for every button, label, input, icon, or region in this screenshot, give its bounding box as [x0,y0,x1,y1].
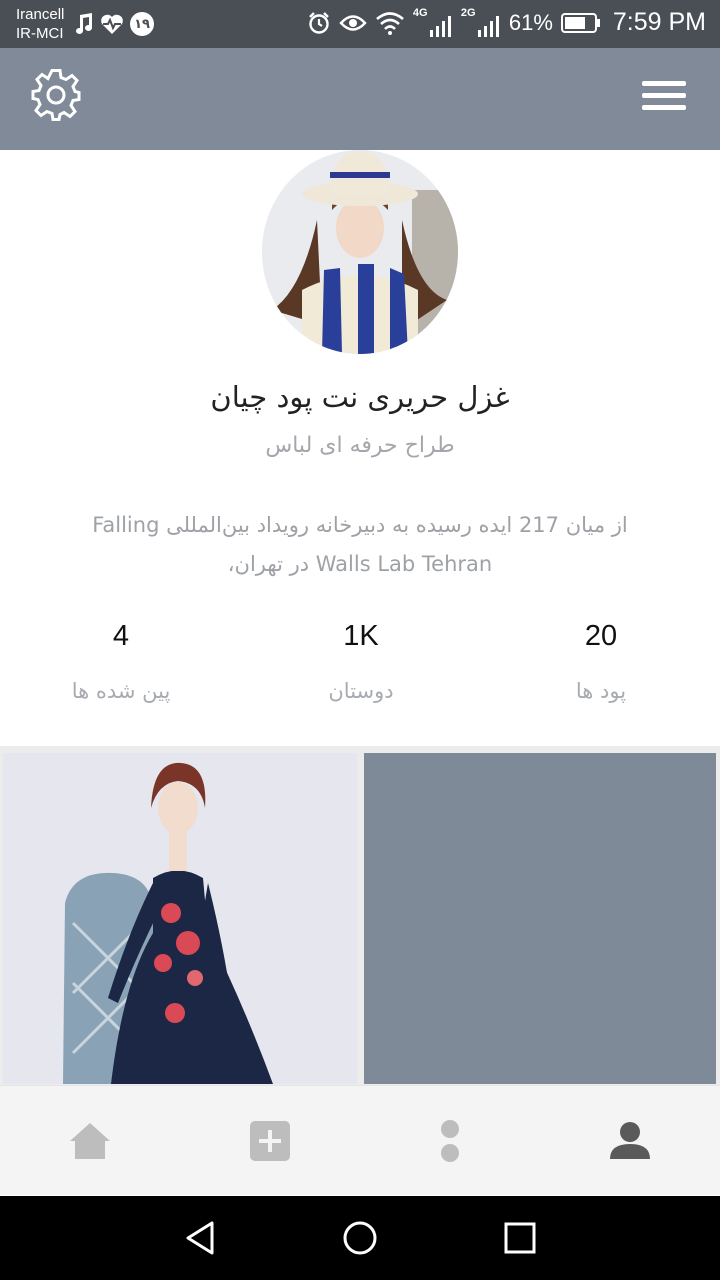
gear-icon[interactable] [30,69,82,121]
clock: 7:59 PM [612,8,706,36]
signal-bars-icon [429,15,451,37]
recents-square-icon [504,1222,536,1254]
status-bar: Irancell IR-MCI ۱۹ 4G 2G 61% 7:59 PM [0,0,720,48]
nav-home-button[interactable] [330,1216,390,1260]
profile-bio: از میان 217 ایده رسیده به دبیرخانه رویدا… [40,506,680,584]
carrier-name: Irancell [16,6,65,23]
menu-icon[interactable] [642,78,688,114]
stat-friends[interactable]: 1K دوستان [241,620,481,703]
battery-icon [560,12,600,33]
tab-more[interactable] [360,1086,540,1196]
home-circle-icon [343,1221,377,1255]
add-icon [250,1121,290,1161]
stat-pinned-label: پین شده ها [71,679,171,703]
home-icon [70,1123,110,1159]
bottom-tab-bar [0,1085,720,1195]
stat-pinned[interactable]: 4 پین شده ها [1,620,241,703]
pod-photo [3,753,357,1084]
network-4g-label: 4G [412,6,428,19]
bio-line-2: Walls Lab Tehran در تهران، [227,552,493,576]
heart-pulse-icon [101,14,123,34]
notification-badge: ۱۹ [130,12,154,36]
profile-photo [262,150,458,354]
carrier-label: Irancell IR-MCI [16,5,64,43]
music-note-icon [76,13,92,34]
battery-percent: 61% [508,9,553,35]
pod-tile[interactable] [3,753,357,1084]
stat-pods-value: 20 [584,620,618,652]
stat-friends-value: 1K [343,620,379,652]
wifi-icon [376,11,404,35]
back-triangle-icon [186,1221,214,1255]
profile-role: طراح حرفه ای لباس [265,433,455,458]
tab-add[interactable] [180,1086,360,1196]
notification-badge-text: ۱۹ [134,16,150,32]
carrier-network: IR-MCI [16,25,64,42]
nav-recents-button[interactable] [490,1216,550,1260]
eye-icon [339,14,367,31]
tab-profile[interactable] [540,1086,720,1196]
dots-icon [441,1120,459,1162]
profile-name: غزل حریری نت پود چیان [210,380,510,414]
profile-icon [610,1122,650,1159]
network-2g-label: 2G [460,6,476,19]
signal-2g: 2G [460,6,501,37]
pod-tile-placeholder[interactable] [364,753,716,1084]
app-header [0,48,720,150]
signal-bars-icon [477,15,499,37]
status-indicators: 4G 2G 61% 7:59 PM [307,6,706,37]
status-notifications: ۱۹ [74,12,154,36]
tab-home[interactable] [0,1086,180,1196]
alarm-icon [308,11,329,34]
nav-back-button[interactable] [170,1216,230,1260]
signal-4g: 4G [412,6,453,37]
stat-friends-label: دوستان [328,679,394,703]
stat-pods[interactable]: 20 پود ها [481,620,720,703]
avatar [262,150,458,354]
bio-line-1: از میان 217 ایده رسیده به دبیرخانه رویدا… [92,513,628,537]
stat-pinned-value: 4 [112,620,130,652]
system-nav-bar [0,1196,720,1280]
stat-pods-label: پود ها [575,679,627,703]
